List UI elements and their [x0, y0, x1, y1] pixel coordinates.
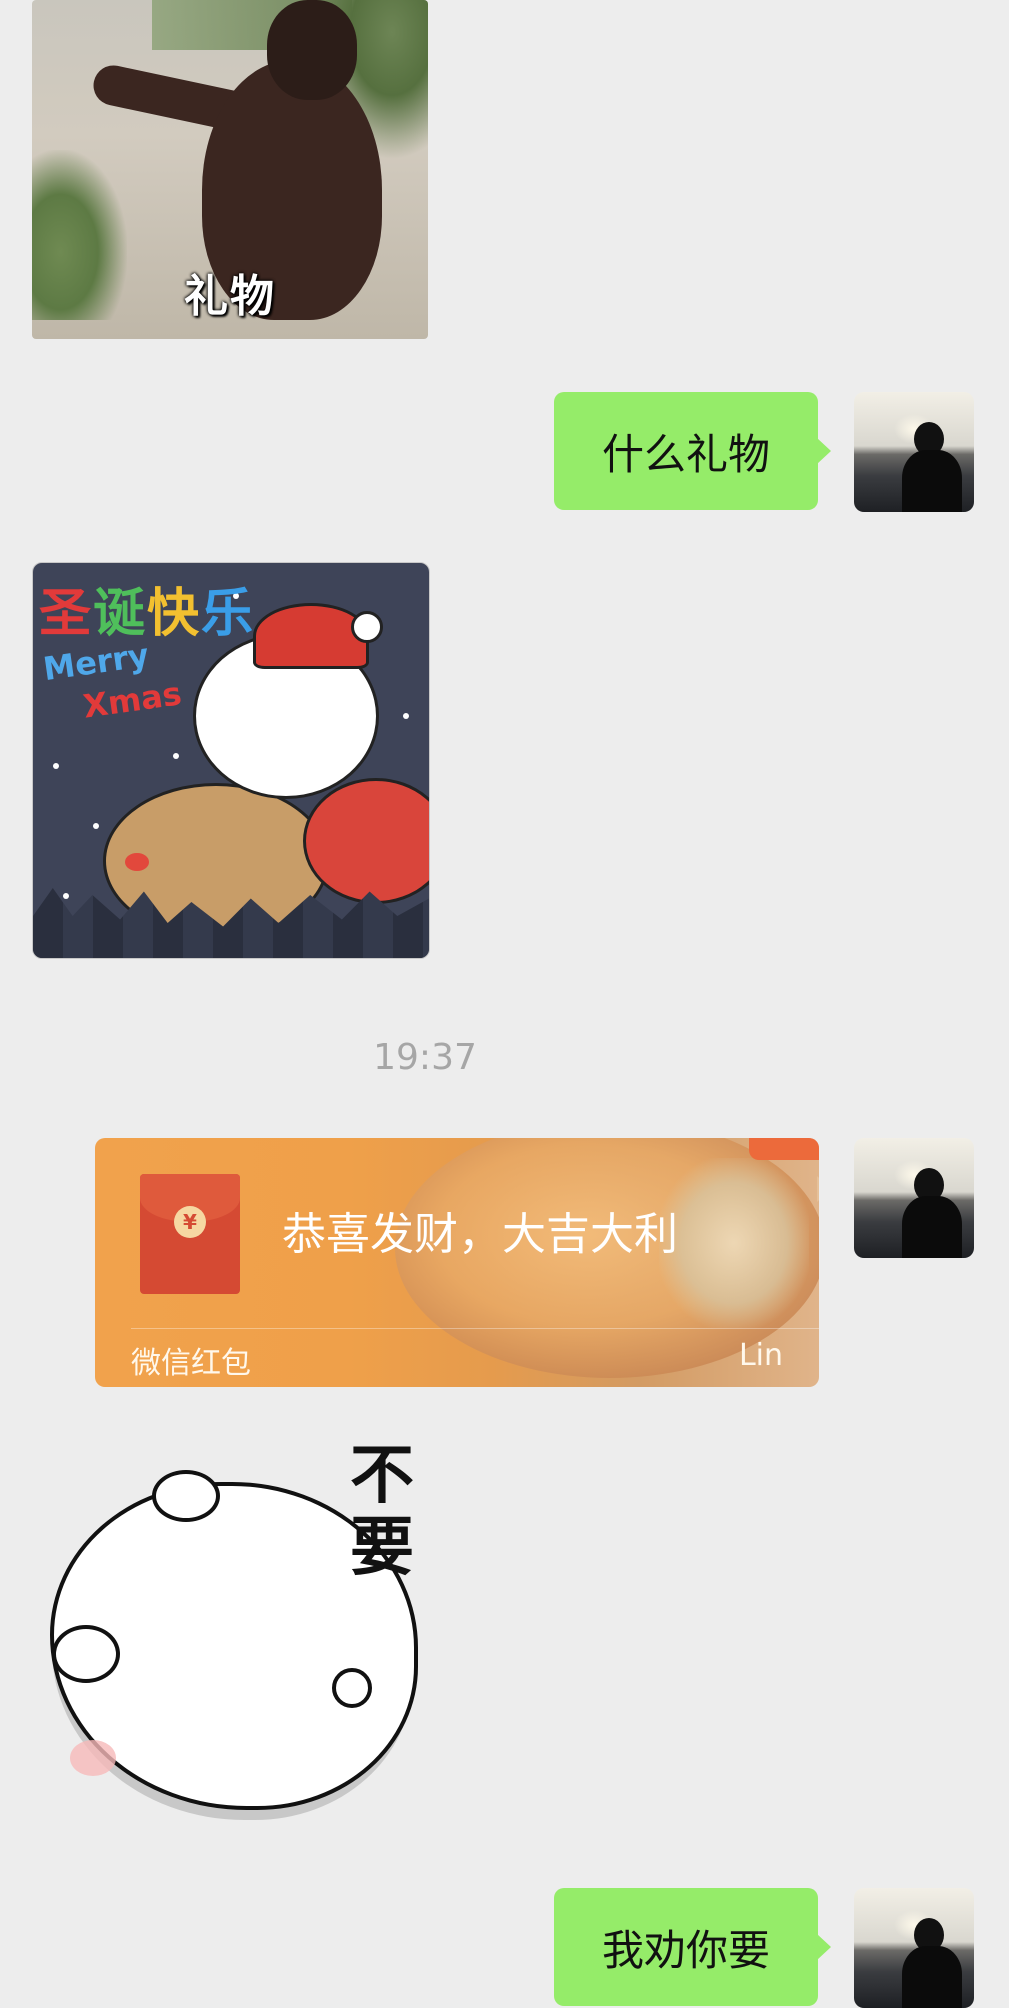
sticker-xmas-text: Xmas: [80, 674, 184, 726]
red-packet-message[interactable]: ¥ 恭喜发财，大吉大利 微信红包 Lin: [95, 1138, 819, 1387]
avatar[interactable]: [854, 1138, 974, 1258]
sticker-message-christmas[interactable]: 圣诞快乐 Merry Xmas: [32, 562, 430, 959]
outgoing-message-bubble[interactable]: 我劝你要: [554, 1888, 831, 2006]
red-envelope-icon: ¥: [140, 1174, 240, 1294]
message-text: 我劝你要: [601, 1925, 770, 1975]
sticker-title: 圣诞快乐: [39, 584, 256, 644]
red-packet-label: 微信红包: [131, 1346, 251, 1381]
divider: [131, 1328, 819, 1329]
red-packet-wish: 恭喜发财，大吉大利: [282, 1209, 678, 1260]
outgoing-message-bubble[interactable]: 什么礼物: [554, 392, 831, 510]
avatar[interactable]: [854, 1888, 974, 2008]
message-text: 什么礼物: [601, 429, 770, 479]
sticker-message-bear[interactable]: 不要: [32, 1440, 428, 1835]
timestamp: 19:37: [373, 1037, 477, 1078]
avatar[interactable]: [854, 392, 974, 512]
sticker-message-orangutan[interactable]: 礼物: [32, 0, 428, 339]
sticker-caption: 礼物: [184, 271, 276, 322]
sticker-text: 不要: [350, 1439, 414, 1585]
red-packet-sender: Lin: [738, 1338, 783, 1373]
